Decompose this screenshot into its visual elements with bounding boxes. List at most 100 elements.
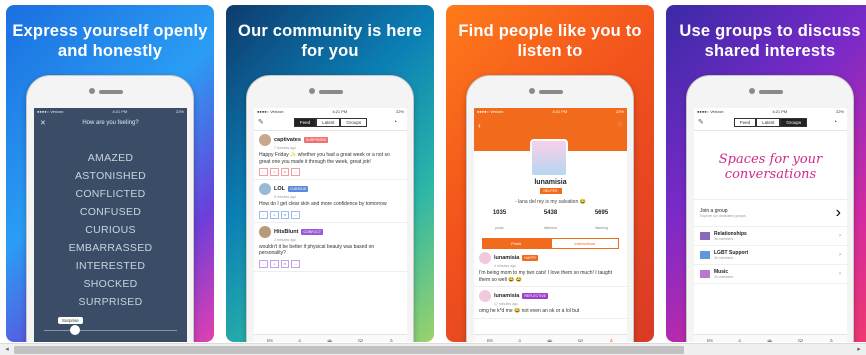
- join-group-row[interactable]: Join a group Explore our dedicated group…: [694, 199, 847, 227]
- profile-icon[interactable]: ♙: [828, 338, 834, 343]
- mood-item[interactable]: AMAZED: [34, 149, 187, 167]
- compose-icon[interactable]: ✎: [258, 119, 268, 127]
- horizontal-scrollbar[interactable]: ◂ ▸: [0, 343, 866, 355]
- chat-icon[interactable]: ✉: [578, 338, 584, 343]
- reaction-button[interactable]: ⋯: [291, 259, 301, 268]
- reaction-button[interactable]: ✉: [280, 259, 290, 268]
- camera-icon: [309, 88, 315, 94]
- post-author[interactable]: LOL: [274, 186, 285, 192]
- reaction-button[interactable]: ♡: [259, 210, 268, 219]
- avatar[interactable]: [479, 252, 491, 264]
- group-thumbnail: [700, 251, 710, 259]
- group-members: 3k members: [714, 256, 734, 260]
- group-thumbnail: [700, 270, 710, 278]
- post-icon[interactable]: ◉: [327, 338, 333, 343]
- mood-item[interactable]: SHOCKED: [34, 275, 187, 293]
- post-author[interactable]: HitsBlunt: [274, 229, 298, 235]
- scrollbar-thumb[interactable]: [14, 346, 684, 354]
- reaction-button[interactable]: ☺: [269, 168, 279, 176]
- battery-label: 22%: [395, 109, 404, 114]
- battery-label: 22%: [615, 109, 624, 114]
- mood-item[interactable]: EMBARRASSED: [34, 239, 187, 257]
- list-item[interactable]: HitsBlunt CONFLICT 2 minutes ago wouldn'…: [254, 223, 407, 272]
- post-author[interactable]: lunamisia: [494, 255, 519, 261]
- screenshot-carousel: Express yourself openly and honestly ●●●…: [0, 0, 866, 342]
- tab-latest[interactable]: Latest: [316, 118, 341, 127]
- chevron-right-icon: ›: [835, 204, 841, 221]
- message-icon[interactable]: ◌: [618, 121, 622, 128]
- group-item-music[interactable]: Music 2k members ›: [694, 265, 847, 284]
- mood-item[interactable]: INTERESTED: [34, 257, 187, 275]
- list-item[interactable]: lunamisia HAPPY 4 minutes ago I'm being …: [474, 249, 627, 287]
- tab-groups[interactable]: Groups: [340, 118, 368, 127]
- reaction-button[interactable]: ♡: [259, 168, 268, 176]
- tab-interactions[interactable]: Interactions: [550, 238, 619, 249]
- back-arrow-icon[interactable]: ‹: [478, 121, 481, 130]
- mood-item[interactable]: SURPRISED: [34, 293, 187, 311]
- search-icon[interactable]: ⌕: [518, 338, 522, 343]
- reaction-button[interactable]: ☺: [269, 259, 279, 268]
- mood-item[interactable]: ASTONISHED: [34, 167, 187, 185]
- list-item[interactable]: captivates SURPRISED 7 minutes ago Happy…: [254, 131, 407, 180]
- reaction-button[interactable]: ✉: [280, 210, 290, 219]
- close-icon[interactable]: ✕: [40, 119, 50, 127]
- search-icon[interactable]: ⌕: [738, 338, 742, 343]
- tab-posts[interactable]: Posts: [482, 238, 551, 249]
- mood-item[interactable]: CONFLICTED: [34, 185, 187, 203]
- promo-card-groups[interactable]: Use groups to discuss shared interests ●…: [666, 5, 866, 342]
- reaction-button[interactable]: ✉: [280, 168, 290, 176]
- chat-icon[interactable]: ✉: [798, 338, 804, 343]
- promo-card-find-people[interactable]: Find people like you to listen to ●●●●○ …: [446, 5, 654, 342]
- group-item-lgbt-support[interactable]: LGBT Support 3k members ›: [694, 246, 847, 265]
- post-author[interactable]: captivates: [274, 137, 301, 143]
- scroll-left-arrow-icon[interactable]: ◂: [1, 345, 13, 355]
- home-icon[interactable]: ▤: [706, 338, 713, 343]
- list-item[interactable]: lunamisia REFLECTIVE 17 minutes ago omg …: [474, 287, 627, 319]
- promo-card-community[interactable]: Our community is here for you ●●●●○ Veri…: [226, 5, 434, 342]
- post-author[interactable]: lunamisia: [494, 293, 519, 299]
- reaction-button[interactable]: ⋯: [291, 210, 301, 219]
- mood-item[interactable]: CURIOUS: [34, 221, 187, 239]
- phone-frame: ●●●●○ Verizon 4:21 PM 22% ✎ Feed Latest …: [686, 75, 854, 342]
- profile-icon[interactable]: ♙: [388, 338, 394, 343]
- post-icon[interactable]: ◉: [767, 338, 773, 343]
- stat-listening[interactable]: 5695 listening: [595, 210, 608, 234]
- compose-icon[interactable]: ✎: [698, 119, 708, 127]
- reaction-button[interactable]: ☺: [269, 210, 279, 219]
- group-item-relationships[interactable]: Relationships 3k members ›: [694, 227, 847, 246]
- tab-latest[interactable]: Latest: [756, 118, 781, 127]
- tab-groups[interactable]: Groups: [780, 118, 808, 127]
- home-icon[interactable]: ▤: [266, 338, 273, 343]
- mood-item[interactable]: CONFUSED: [34, 203, 187, 221]
- search-icon[interactable]: ⌕: [298, 338, 302, 343]
- avatar[interactable]: [259, 225, 271, 238]
- tab-feed[interactable]: Feed: [733, 118, 757, 127]
- avatar[interactable]: [259, 183, 271, 195]
- promo-card-express[interactable]: Express yourself openly and honestly ●●●…: [6, 5, 214, 342]
- profile-icon[interactable]: ♙: [608, 338, 614, 343]
- chevron-right-icon: ›: [839, 271, 841, 277]
- post-timestamp: 17 minutes ago: [494, 302, 518, 306]
- stat-posts[interactable]: 1035 posts: [493, 210, 506, 234]
- post-icon[interactable]: ◉: [547, 338, 553, 343]
- reaction-button[interactable]: ♡: [259, 259, 268, 268]
- status-badge: REFLECTIVE: [522, 293, 548, 299]
- chat-icon[interactable]: ✉: [358, 338, 364, 343]
- avatar[interactable]: [479, 290, 491, 302]
- stat-value: 1035: [492, 210, 507, 216]
- avatar[interactable]: [530, 139, 568, 177]
- notifications-icon[interactable]: ◔: [393, 119, 403, 127]
- group-members: 2k members: [714, 275, 734, 279]
- reaction-button[interactable]: ⋯: [291, 168, 301, 176]
- bottom-tab-bar: ▤ ⌕ ◉ ✉ ♙: [474, 334, 627, 342]
- home-icon[interactable]: ▤: [486, 338, 493, 343]
- reaction-bar: ♡ ☺ ✉ ⋯: [259, 168, 402, 176]
- scroll-right-arrow-icon[interactable]: ▸: [853, 345, 865, 355]
- avatar[interactable]: [259, 134, 271, 146]
- mood-slider-knob[interactable]: [70, 325, 80, 335]
- tab-feed[interactable]: Feed: [293, 118, 317, 127]
- notifications-icon[interactable]: ◔: [833, 119, 843, 127]
- stat-listeners[interactable]: 5438 listeners: [544, 210, 557, 234]
- list-item[interactable]: LOL CURIOUS 5 minutes ago How do I get c…: [254, 180, 407, 223]
- mood-slider-track[interactable]: [44, 330, 177, 331]
